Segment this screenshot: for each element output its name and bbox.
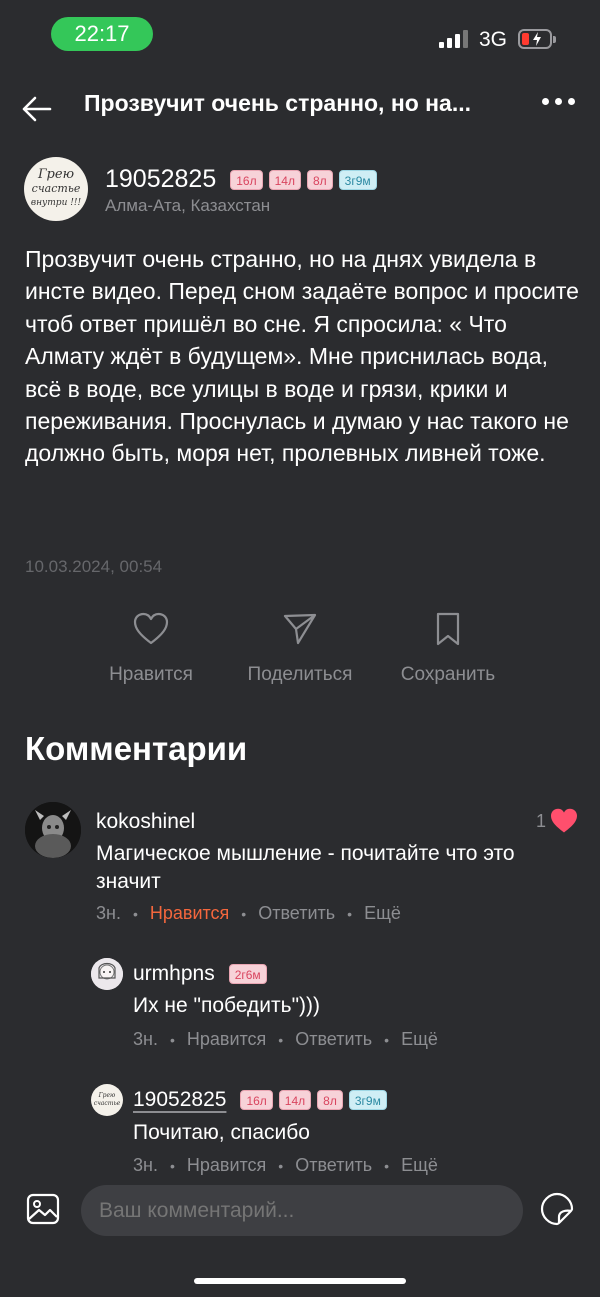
bookmark-icon <box>436 612 460 646</box>
comment-reply-button[interactable]: Ответить <box>295 1155 372 1176</box>
commenter-avatar[interactable] <box>91 958 123 990</box>
comment-like-button[interactable]: Нравится <box>187 1029 266 1050</box>
comment-username[interactable]: urmhpns <box>133 962 215 986</box>
battery-icon <box>518 29 556 49</box>
comment-time: 3н. <box>96 903 121 923</box>
avatar-text-line: Грею <box>98 1092 116 1099</box>
heart-icon <box>133 612 169 645</box>
badge-age: 16л <box>230 169 263 190</box>
badge-age: 3г9м <box>338 169 377 190</box>
comment-reply-button[interactable]: Ответить <box>258 903 335 924</box>
post-text: Прозвучит очень странно, но на днях увид… <box>25 246 579 467</box>
more-options-icon[interactable] <box>542 98 575 105</box>
like-label: Нравится <box>109 664 193 685</box>
page-title: Прозвучит очень странно, но на... <box>84 90 472 116</box>
attach-image-icon[interactable] <box>26 1192 60 1231</box>
author-username[interactable]: 19052825 <box>105 165 216 194</box>
avatar-text-line: внутри !!! <box>30 198 82 208</box>
comment-text: Их не "победить"))) <box>133 994 321 1017</box>
avatar-text-line: счастье <box>31 182 81 195</box>
like-count: 1 <box>536 810 547 831</box>
network-type: 3G <box>479 28 508 51</box>
commenter-avatar[interactable] <box>25 802 81 858</box>
comment-more-button[interactable]: Ещё <box>401 1029 438 1050</box>
author-header: 19052825 16л 14л 8л 3г9м <box>105 165 377 194</box>
heart-filled-icon <box>551 808 578 833</box>
author-avatar[interactable]: Грею счастье внутри !!! <box>24 157 88 221</box>
comment-meta: 3н. • Нравится • Ответить • Ещё <box>96 903 401 924</box>
reply-header: urmhpns 2г6м <box>133 962 267 986</box>
comment-reply-button[interactable]: Ответить <box>295 1029 372 1050</box>
comment-like-button[interactable]: Нравится <box>187 1155 266 1176</box>
sticker-icon[interactable] <box>540 1192 574 1231</box>
comments-heading: Комментарии <box>25 730 248 767</box>
post-date: 10.03.2024, 00:54 <box>25 557 163 576</box>
badge-age: 8л <box>317 1090 343 1110</box>
save-button[interactable]: Сохранить <box>378 612 518 686</box>
comment-text: Почитаю, спасибо <box>133 1121 310 1144</box>
save-label: Сохранить <box>400 664 496 685</box>
send-icon <box>283 613 317 645</box>
badge-age: 3г9м <box>348 1090 387 1110</box>
badge-age: 14л <box>278 1090 312 1110</box>
author-location: Алма-Ата, Казахстан <box>105 196 271 215</box>
comment-meta: 3н. • Нравится • Ответить • Ещё <box>133 1155 438 1176</box>
commenter-avatar[interactable]: Грею счастье <box>91 1084 123 1116</box>
comment-username[interactable]: kokoshinel <box>96 810 195 834</box>
reply-header: 19052825 16л 14л 8л 3г9м <box>133 1088 387 1112</box>
comment-input[interactable] <box>81 1185 523 1236</box>
signal-icon <box>439 30 468 48</box>
back-arrow-icon[interactable] <box>20 92 54 126</box>
avatar-text-line: счастье <box>93 1100 121 1107</box>
badge-age: 14л <box>268 169 301 190</box>
share-label: Поделиться <box>247 664 353 685</box>
avatar-text-line: Грею <box>37 167 75 182</box>
badge-age: 16л <box>240 1090 273 1110</box>
comment-like-counter[interactable]: 1 <box>536 808 578 834</box>
comment-more-button[interactable]: Ещё <box>401 1155 438 1176</box>
comment-like-button[interactable]: Нравится <box>150 903 229 924</box>
comment-text: Магическое мышление - почитайте что это … <box>96 842 515 893</box>
like-button[interactable]: Нравится <box>81 612 221 686</box>
status-time: 22:17 <box>51 17 153 51</box>
comment-time: 3н. <box>133 1155 158 1175</box>
comment-meta: 3н. • Нравится • Ответить • Ещё <box>133 1029 438 1050</box>
comment-time: 3н. <box>133 1029 158 1049</box>
badge-age: 2г6м <box>228 964 267 984</box>
badge-age: 8л <box>306 169 333 190</box>
comment-more-button[interactable]: Ещё <box>364 903 401 924</box>
home-indicator <box>194 1278 406 1284</box>
comment-username[interactable]: 19052825 <box>133 1088 226 1112</box>
share-button[interactable]: Поделиться <box>230 612 370 686</box>
